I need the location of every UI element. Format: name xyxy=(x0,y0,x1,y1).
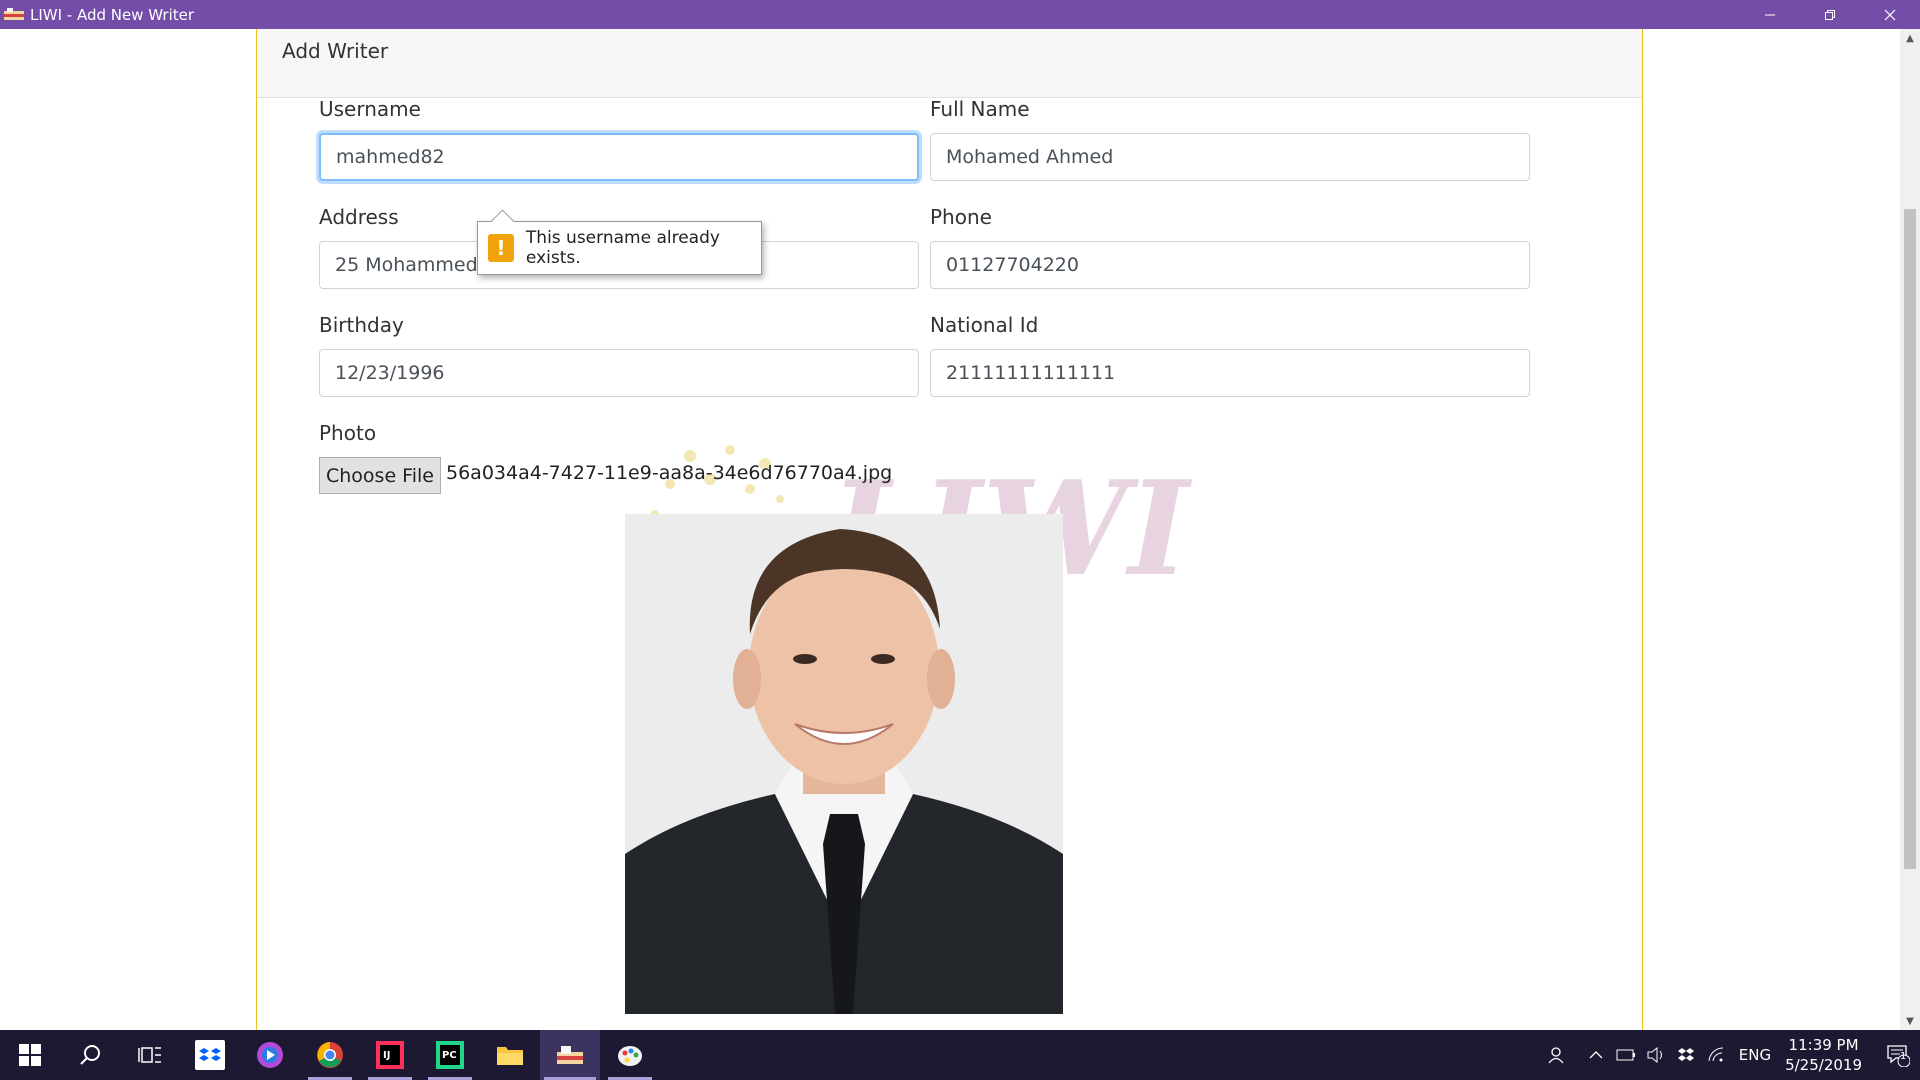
phone-value: 01127704220 xyxy=(946,254,1079,276)
liwi-taskbar-app[interactable] xyxy=(540,1030,600,1080)
warning-icon: ! xyxy=(488,234,514,262)
liwi-app-icon xyxy=(557,1046,583,1064)
clock[interactable]: 11:39 PM 5/25/2019 xyxy=(1785,1035,1862,1075)
minimize-icon xyxy=(1765,14,1775,15)
birthday-input[interactable]: 12/23/1996 xyxy=(319,349,919,397)
people-icon[interactable] xyxy=(1541,1030,1571,1080)
national-id-input[interactable]: 21111111111111 xyxy=(930,349,1530,397)
window-title: LIWI - Add New Writer xyxy=(30,5,195,24)
dropbox-taskbar-app[interactable] xyxy=(180,1030,240,1080)
restore-icon xyxy=(1825,9,1835,20)
full-name-value: Mohamed Ahmed xyxy=(946,146,1114,168)
dropbox-icon xyxy=(195,1040,225,1070)
volume-icon[interactable] xyxy=(1641,1030,1671,1080)
chrome-icon xyxy=(317,1042,343,1068)
address-label: Address xyxy=(319,205,399,229)
folder-icon xyxy=(497,1047,523,1065)
photo-filename: 56a034a4-7427-11e9-aa8a-34e6d76770a4.jpg xyxy=(446,462,893,484)
battery-icon[interactable] xyxy=(1611,1030,1641,1080)
birthday-label: Birthday xyxy=(319,313,404,337)
intellij-icon: IJ xyxy=(376,1041,404,1069)
notifications-icon xyxy=(1887,1045,1910,1067)
clock-time: 11:39 PM xyxy=(1788,1036,1859,1054)
close-icon xyxy=(1884,9,1896,20)
page-content: Add Writer LIWI Username mahmed82 Full N… xyxy=(0,29,1900,1030)
card-title: Add Writer xyxy=(282,39,389,63)
title-bar: LIWI - Add New Writer xyxy=(0,0,1920,29)
pycharm-taskbar-app[interactable]: PC xyxy=(420,1030,480,1080)
birthday-value: 12/23/1996 xyxy=(335,362,445,384)
username-label: Username xyxy=(319,97,421,121)
vertical-scrollbar[interactable]: ▲ ▼ xyxy=(1900,29,1920,1030)
restore-button[interactable] xyxy=(1800,0,1860,29)
intellij-taskbar-app[interactable]: IJ xyxy=(360,1030,420,1080)
language-indicator[interactable]: ENG xyxy=(1739,1046,1771,1064)
file-explorer-taskbar-app[interactable] xyxy=(480,1030,540,1080)
wifi-icon[interactable] xyxy=(1701,1030,1731,1080)
windows-icon xyxy=(19,1044,41,1066)
pycharm-icon: PC xyxy=(436,1041,464,1069)
clock-date: 5/25/2019 xyxy=(1785,1056,1862,1074)
national-id-label: National Id xyxy=(930,313,1039,337)
close-button[interactable] xyxy=(1860,0,1920,29)
dropbox-tray-icon[interactable] xyxy=(1671,1030,1701,1080)
svg-text:IJ: IJ xyxy=(383,1050,390,1061)
username-input[interactable]: mahmed82 xyxy=(319,133,919,181)
card-header: Add Writer xyxy=(257,29,1642,98)
search-icon xyxy=(80,1045,100,1065)
phone-input[interactable]: 01127704220 xyxy=(930,241,1530,289)
phone-label: Phone xyxy=(930,205,992,229)
search-button[interactable] xyxy=(60,1030,120,1080)
photo-label: Photo xyxy=(319,421,377,445)
full-name-label: Full Name xyxy=(930,97,1030,121)
paint-taskbar-app[interactable] xyxy=(600,1030,660,1080)
full-name-input[interactable]: Mohamed Ahmed xyxy=(930,133,1530,181)
task-view-icon xyxy=(138,1047,161,1063)
system-tray: ENG 11:39 PM 5/25/2019 1 xyxy=(1541,1030,1920,1080)
chrome-taskbar-app[interactable] xyxy=(300,1030,360,1080)
validation-message: This username already exists. xyxy=(525,228,720,268)
svg-text:PC: PC xyxy=(442,1050,457,1061)
username-validation-tooltip: ! This username already exists. xyxy=(477,221,762,275)
portrait-image xyxy=(625,514,1063,1014)
media-taskbar-app[interactable] xyxy=(240,1030,300,1080)
taskbar: IJ PC ENG 11:39 PM 5/25/2019 1 xyxy=(0,1030,1920,1080)
app-icon xyxy=(4,7,24,22)
action-center-button[interactable]: 1 xyxy=(1876,1030,1920,1080)
scroll-thumb[interactable] xyxy=(1904,209,1916,869)
media-player-icon xyxy=(257,1042,283,1068)
paint-palette-icon xyxy=(618,1046,642,1066)
choose-file-button[interactable]: Choose File xyxy=(319,457,441,494)
minimize-button[interactable] xyxy=(1740,0,1800,29)
scroll-down-icon[interactable]: ▼ xyxy=(1900,1012,1920,1030)
start-button[interactable] xyxy=(0,1030,60,1080)
chevron-up-icon[interactable] xyxy=(1581,1030,1611,1080)
task-view-button[interactable] xyxy=(120,1030,180,1080)
writer-photo-preview xyxy=(625,514,1063,1014)
national-id-value: 21111111111111 xyxy=(946,362,1116,384)
notification-count: 1 xyxy=(1900,1051,1907,1062)
username-value: mahmed82 xyxy=(336,146,445,168)
scroll-up-icon[interactable]: ▲ xyxy=(1900,29,1920,47)
